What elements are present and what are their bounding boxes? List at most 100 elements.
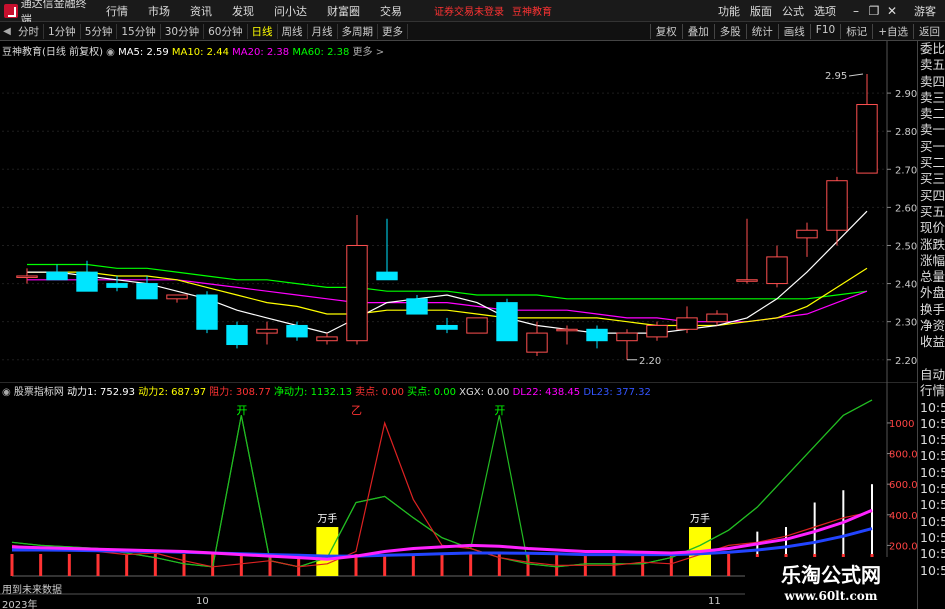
candle-up <box>856 104 878 174</box>
y-tick-label: 2.50 <box>895 241 917 252</box>
block-label: 万手 <box>690 512 710 525</box>
panel-label[interactable]: 买四 <box>918 188 945 204</box>
panel-label[interactable]: 买五 <box>918 204 945 220</box>
future-data-note: 用到未来数据 <box>2 585 62 596</box>
menu-item[interactable]: 版面 <box>745 3 777 19</box>
panel-label[interactable]: 外盘 <box>918 285 945 301</box>
signal-marker: 开 <box>494 404 505 417</box>
toolbar-button[interactable]: 叠加 <box>681 23 714 39</box>
settings-icon[interactable]: ◉ <box>106 47 118 58</box>
candle-up <box>526 332 548 353</box>
toolbar-button[interactable]: 返回 <box>913 23 945 39</box>
menu-item[interactable]: 公式 <box>777 3 809 19</box>
menu-item[interactable]: 功能 <box>713 3 745 19</box>
main-legend: 豆神教育(日线 前复权) ◉ MA5: 2.59 MA10: 2.44 MA20… <box>2 43 384 58</box>
yellow-block <box>316 527 339 576</box>
right-menu: 功能 版面 公式 选项 <box>713 3 841 19</box>
tab-period-active[interactable]: 日线 <box>248 23 278 39</box>
tab-period[interactable]: 多周期 <box>338 23 378 39</box>
panel-label[interactable]: 自动 <box>918 367 945 383</box>
tab-period[interactable]: 更多 <box>378 23 408 39</box>
login-notice[interactable]: 证券交易未登录 <box>434 3 504 18</box>
indicator-settings-icon[interactable]: ◉ <box>2 387 11 398</box>
ma20-label: MA20: 2.38 <box>232 47 290 58</box>
toolbar-button[interactable]: 标记 <box>840 23 872 39</box>
panel-label[interactable]: 总量 <box>918 269 945 285</box>
tab-period[interactable]: 60分钟 <box>204 23 248 39</box>
panel-label[interactable]: 涨跌 <box>918 237 945 253</box>
candle-down <box>46 271 68 281</box>
panel-label[interactable]: 涨幅 <box>918 253 945 269</box>
restore-icon[interactable]: ❐ <box>865 4 883 18</box>
panel-label[interactable]: 收益 <box>918 334 945 350</box>
high-pointer <box>848 73 864 77</box>
tick-time: 10:5 <box>920 399 945 415</box>
panel-label[interactable]: 委比 <box>918 41 945 57</box>
tab-period[interactable]: 周线 <box>278 23 308 39</box>
tab-period[interactable]: 月线 <box>308 23 338 39</box>
y-tick-label: 400.0 <box>889 511 917 522</box>
toolbar-button[interactable]: 画线 <box>777 23 810 39</box>
panel-label[interactable]: 买一 <box>918 139 945 155</box>
tick-time: 10:5 <box>920 513 945 529</box>
y-tick-label: 2.80 <box>895 127 917 138</box>
guest-button[interactable]: 游客 <box>905 3 945 19</box>
panel-label[interactable]: 卖五 <box>918 57 945 73</box>
blue-line <box>12 527 873 558</box>
panel-label[interactable]: 现价 <box>918 220 945 236</box>
panel-label[interactable]: 卖二 <box>918 106 945 122</box>
panel-label[interactable]: 行情 <box>918 383 945 399</box>
y-tick-label: 2.60 <box>895 203 917 214</box>
tick-time: 10:5 <box>920 562 945 578</box>
panel-label[interactable]: 卖一 <box>918 122 945 138</box>
toolbar-button[interactable]: 统计 <box>745 23 778 39</box>
candle-down <box>586 328 608 342</box>
menu-item[interactable]: 选项 <box>809 3 841 19</box>
candle-up <box>646 324 668 338</box>
toolbar-button[interactable]: 多股 <box>713 23 746 39</box>
watermark-url: www.60lt.com <box>784 589 878 603</box>
red-stub <box>67 554 71 576</box>
minimize-icon[interactable]: – <box>847 4 865 18</box>
menu-item[interactable]: 市场 <box>138 3 180 19</box>
tab-period[interactable]: 5分钟 <box>81 23 118 39</box>
menu-item[interactable]: 行情 <box>96 3 138 19</box>
month-label-11: 11 <box>708 596 721 607</box>
panel-label[interactable]: 买三 <box>918 171 945 187</box>
candle-down <box>76 271 98 292</box>
tab-period[interactable]: 30分钟 <box>161 23 205 39</box>
candle-up <box>736 279 758 282</box>
menu-item[interactable]: 交易 <box>370 3 412 19</box>
price-chart[interactable]: 2.90 2.80 2.70 2.60 2.50 2.40 2.30 2.20 2.95 2.20 <box>0 41 917 382</box>
menu-item[interactable]: 资讯 <box>180 3 222 19</box>
tab-period[interactable]: 分时 <box>14 23 44 39</box>
tab-period[interactable]: 1分钟 <box>44 23 81 39</box>
panel-label[interactable]: 卖三 <box>918 90 945 106</box>
y-tick-label: 2.30 <box>895 318 917 329</box>
panel-label[interactable]: 卖四 <box>918 74 945 90</box>
jdl-label: 净动力: 1132.13 <box>274 387 352 398</box>
panel-label[interactable]: 净资 <box>918 318 945 334</box>
toolbar-button[interactable]: +自选 <box>872 23 913 39</box>
y-tick-label: 2.20 <box>895 356 917 367</box>
y-tick-label: 2.70 <box>895 165 917 176</box>
tab-period[interactable]: 15分钟 <box>117 23 161 39</box>
year-label: 2023年 <box>2 600 38 609</box>
menu-item[interactable]: 问小达 <box>264 3 317 19</box>
candle-up <box>826 180 848 231</box>
panel-label[interactable]: 买二 <box>918 155 945 171</box>
menu-item[interactable]: 发现 <box>222 3 264 19</box>
red-stub <box>411 554 415 576</box>
panel-label[interactable]: 换手 <box>918 302 945 318</box>
period-toolbar: ◀ 分时 1分钟 5分钟 15分钟 30分钟 60分钟 日线 周线 月线 多周期… <box>0 22 945 41</box>
left-arrow-icon[interactable]: ◀ <box>0 26 14 37</box>
toolbar-button[interactable]: F10 <box>809 23 840 39</box>
candle-down <box>406 298 428 315</box>
block-label: 万手 <box>317 512 337 525</box>
dl23-label: DL23: 377.32 <box>583 387 651 398</box>
ma60-label: MA60: 2.38 <box>292 47 350 58</box>
toolbar-button[interactable]: 复权 <box>649 23 682 39</box>
menu-item[interactable]: 财富圈 <box>317 3 370 19</box>
close-icon[interactable]: ✕ <box>883 4 901 18</box>
more-link[interactable]: 更多 > <box>353 47 385 58</box>
